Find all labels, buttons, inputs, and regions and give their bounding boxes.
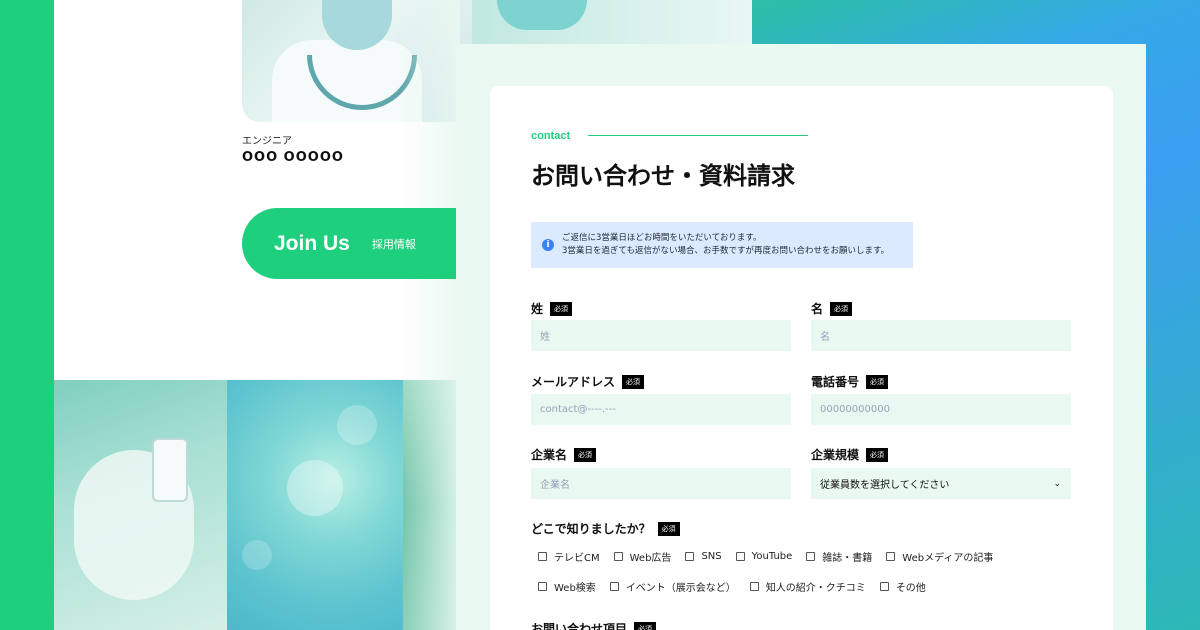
required-badge: 必須 — [574, 447, 597, 462]
company-size-value: 従業員数を選択してください — [820, 480, 950, 491]
checkbox-youtube[interactable]: YouTube — [735, 551, 792, 562]
chevron-down-icon: ⌄ — [1053, 478, 1061, 489]
required-badge: 必須 — [830, 301, 853, 316]
staff-role: エンジニア — [242, 136, 292, 147]
section-eyebrow: contact — [531, 130, 571, 142]
required-badge: 必須 — [866, 374, 889, 389]
join-us-title: Join Us — [274, 231, 350, 255]
notice-box: i ご返信に3営業日ほどお時間をいただいております。 3営業日を過ぎても返信がな… — [531, 222, 913, 268]
page-title: お問い合わせ・資料請求 — [531, 162, 795, 190]
inquiry-label: お問い合わせ項目 必須 — [531, 620, 657, 630]
company-input[interactable]: 企業名 — [531, 468, 791, 499]
eyebrow-divider — [588, 135, 808, 136]
phone-label: 電話番号 必須 — [811, 373, 889, 390]
checkbox-magazine[interactable]: 雑誌・書籍 — [806, 549, 872, 564]
phone-input[interactable]: 00000000000 — [811, 394, 1071, 425]
lab-vial-photo — [54, 380, 227, 630]
source-options-row2: Web検索 イベント（展示会など） 知人の紹介・クチコミ その他 — [538, 579, 940, 594]
notice-text: ご返信に3営業日ほどお時間をいただいております。 3営業日を過ぎても返信がない場… — [562, 233, 890, 256]
required-badge: 必須 — [634, 621, 657, 630]
email-input[interactable]: contact@----.--- — [531, 394, 791, 425]
company-size-select[interactable]: 従業員数を選択してください ⌄ — [811, 468, 1071, 499]
checkbox-web-media[interactable]: Webメディアの記事 — [886, 549, 993, 564]
fade-overlay — [400, 0, 460, 630]
required-badge: 必須 — [622, 374, 645, 389]
checkbox-tv-cm[interactable]: テレビCM — [538, 549, 600, 564]
join-us-button[interactable]: Join Us 採用情報 — [242, 208, 472, 279]
checkbox-other[interactable]: その他 — [879, 579, 926, 594]
required-badge: 必須 — [866, 447, 889, 462]
required-badge: 必須 — [657, 521, 680, 536]
nurse-photo — [462, 0, 752, 50]
join-us-subtitle: 採用情報 — [371, 237, 416, 251]
checkbox-web-search[interactable]: Web検索 — [538, 579, 596, 594]
first-name-input[interactable]: 名 — [811, 320, 1071, 351]
checkbox-sns[interactable]: SNS — [685, 551, 722, 562]
staff-name: OOO OOOOO — [242, 150, 344, 165]
source-options-row1: テレビCM Web広告 SNS YouTube 雑誌・書籍 Webメディアの記事 — [538, 549, 1007, 564]
checkbox-event[interactable]: イベント（展示会など） — [609, 579, 736, 594]
last-name-input[interactable]: 姓 — [531, 320, 791, 351]
email-label: メールアドレス 必須 — [531, 373, 645, 390]
bokeh-photo — [227, 380, 403, 630]
company-label: 企業名 必須 — [531, 446, 597, 463]
last-name-label: 姓必須 — [531, 300, 573, 317]
required-badge: 必須 — [550, 301, 573, 316]
company-size-label: 企業規模 必須 — [811, 446, 889, 463]
green-side-strip — [0, 0, 54, 630]
first-name-label: 名必須 — [811, 300, 853, 317]
checkbox-referral[interactable]: 知人の紹介・クチコミ — [749, 579, 866, 594]
info-icon: i — [542, 239, 554, 251]
source-question-label: どこで知りましたか？ 必須 — [531, 520, 680, 537]
checkbox-web-ad[interactable]: Web広告 — [613, 549, 671, 564]
